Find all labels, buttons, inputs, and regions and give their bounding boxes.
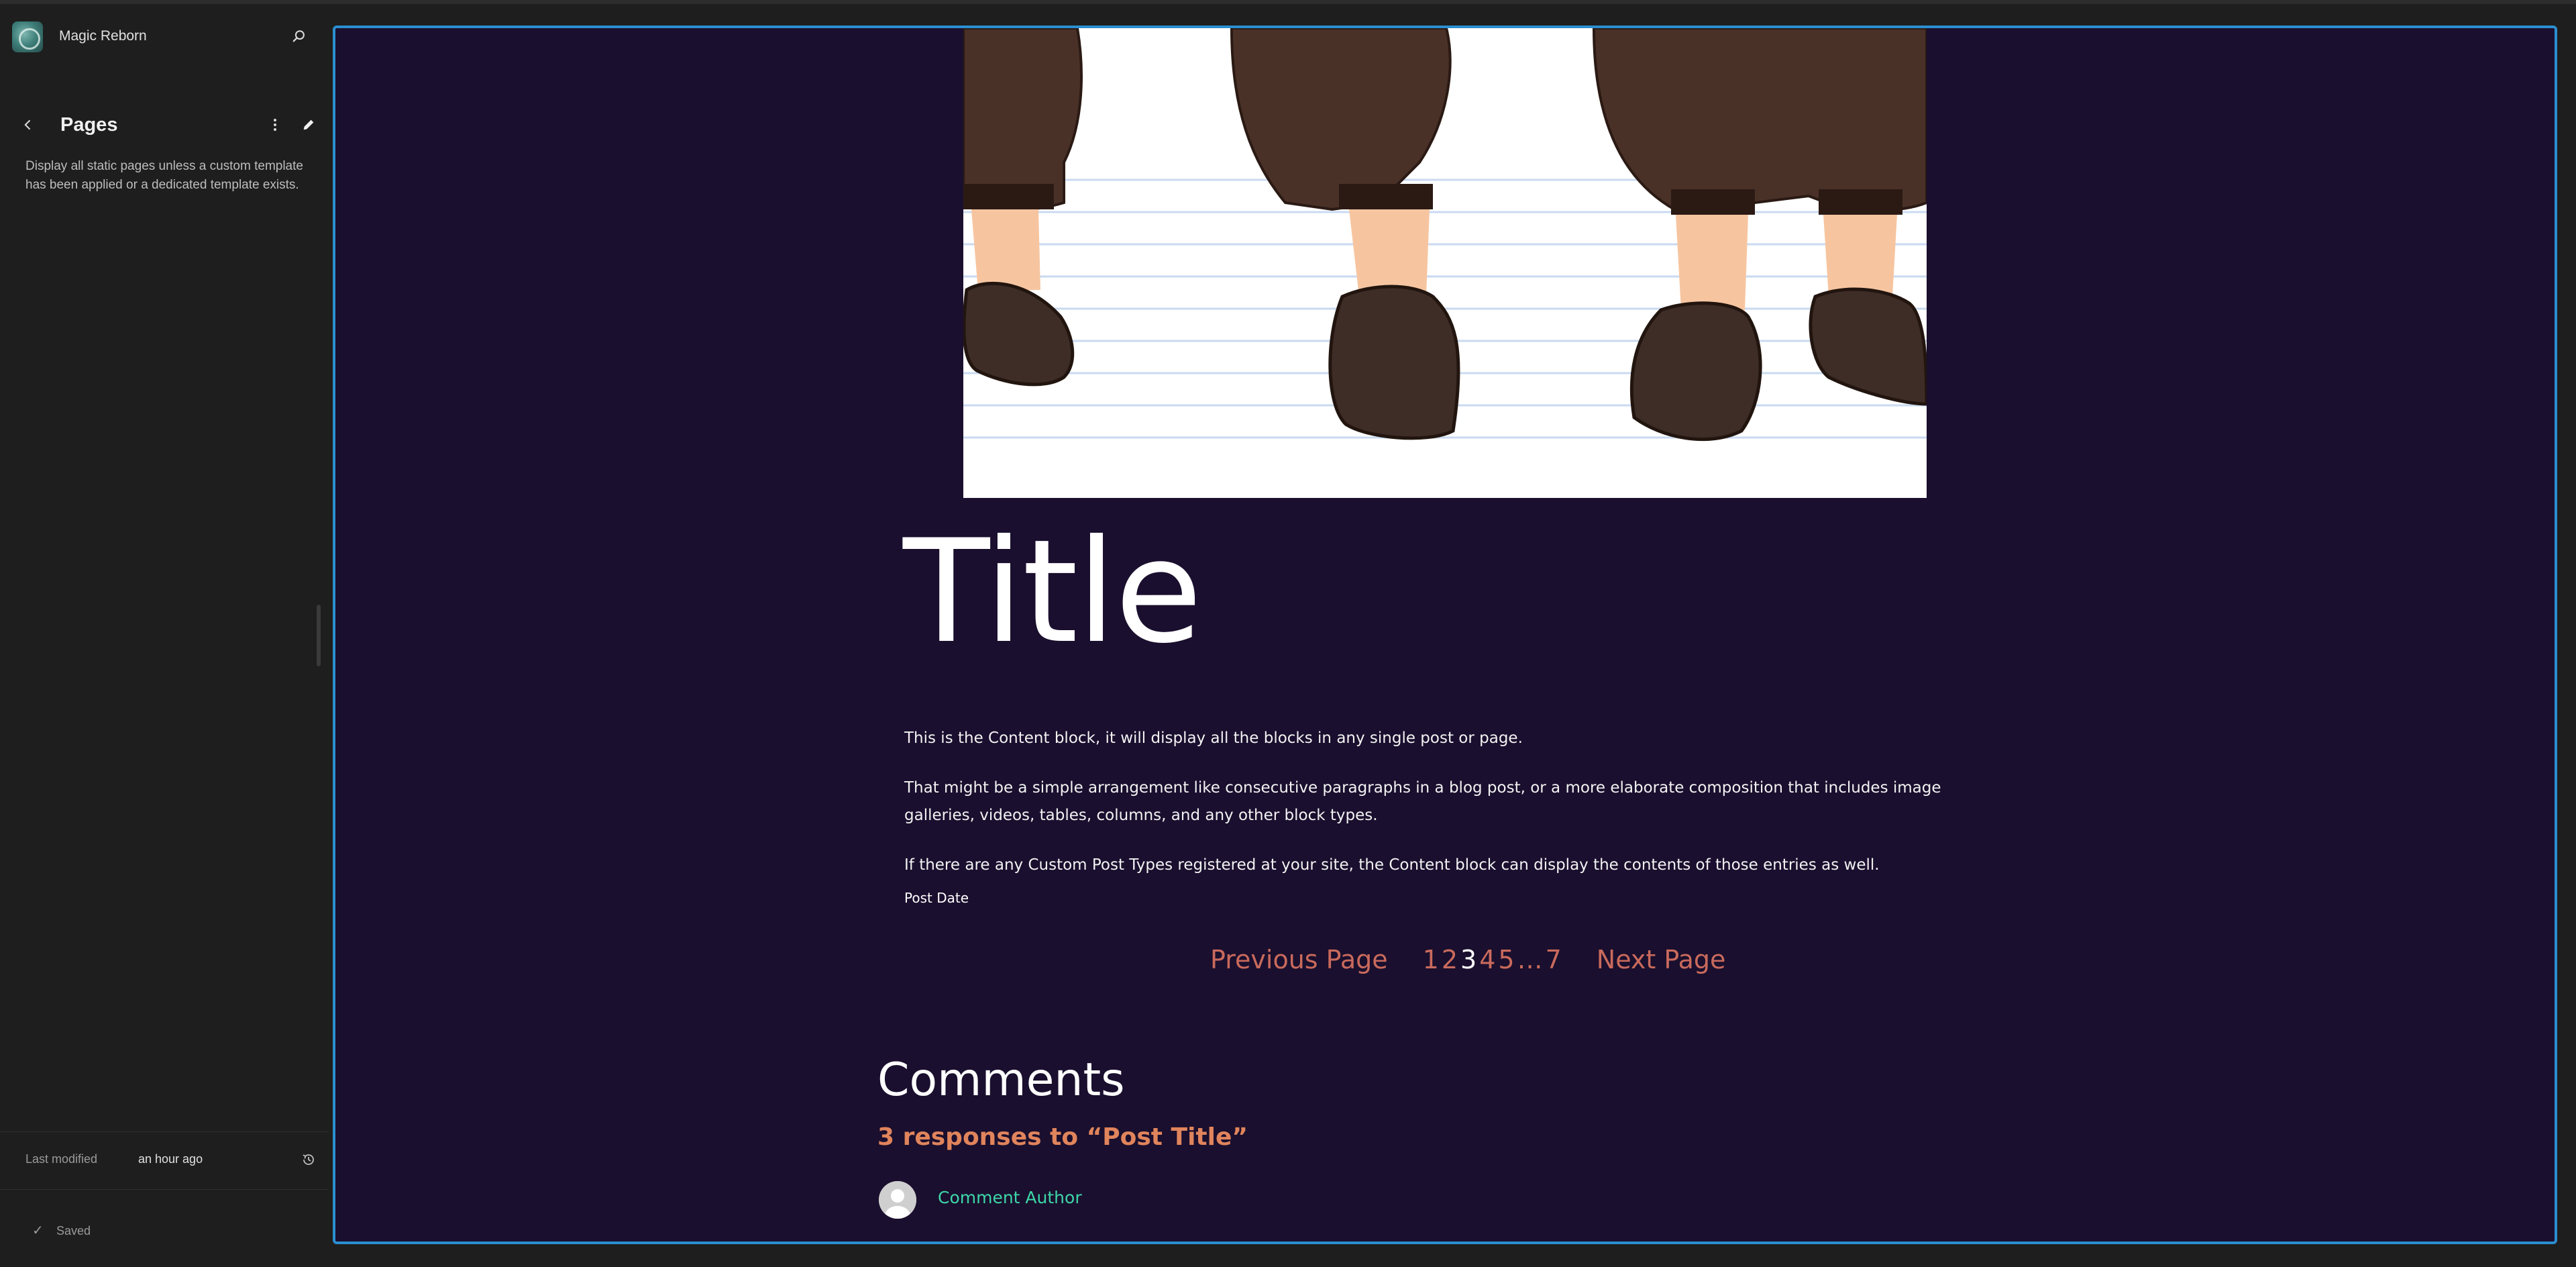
site-logo-icon[interactable]: [12, 21, 43, 52]
last-modified-label: Last modified: [25, 1152, 98, 1166]
back-button[interactable]: [15, 111, 42, 138]
edit-button[interactable]: [295, 111, 322, 138]
chevron-left-icon: [24, 119, 31, 130]
featured-image[interactable]: [963, 28, 1927, 498]
site-header: Magic Reborn: [0, 17, 329, 55]
check-icon: ✓: [32, 1223, 44, 1238]
page-number-link[interactable]: 4: [1479, 945, 1495, 974]
last-modified-row: Last modified an hour ago: [0, 1145, 329, 1174]
revisions-button[interactable]: [295, 1146, 322, 1173]
content-block[interactable]: This is the Content block, it will displ…: [904, 725, 1978, 879]
comment-author-link[interactable]: Comment Author: [938, 1188, 1082, 1207]
page-number-link[interactable]: 7: [1546, 945, 1562, 974]
pencil-icon: [303, 119, 314, 130]
user-avatar-icon: [879, 1181, 916, 1219]
page-number-link[interactable]: 1: [1423, 945, 1439, 974]
section-title: Pages: [60, 114, 118, 136]
content-paragraph[interactable]: That might be a simple arrangement like …: [904, 774, 1978, 829]
last-modified-value: an hour ago: [138, 1152, 203, 1166]
editor-canvas[interactable]: Title This is the Content block, it will…: [333, 26, 2557, 1244]
more-actions-button[interactable]: [262, 111, 288, 138]
divider: [0, 1131, 329, 1132]
site-name[interactable]: Magic Reborn: [59, 28, 147, 44]
previous-page-link[interactable]: Previous Page: [1210, 945, 1388, 974]
top-bar-strip: [0, 0, 2576, 4]
comments-count-title[interactable]: 3 responses to “Post Title”: [877, 1123, 1248, 1151]
pagination-ellipsis: …: [1517, 945, 1543, 974]
search-icon: [292, 30, 305, 42]
canvas-scrollbar[interactable]: [2555, 565, 2557, 860]
comments-heading[interactable]: Comments: [877, 1054, 1125, 1107]
post-title[interactable]: Title: [903, 511, 1202, 672]
content-paragraph[interactable]: If there are any Custom Post Types regis…: [904, 852, 1978, 879]
pages-header: Pages: [0, 109, 329, 141]
template-description: Display all static pages unless a custom…: [25, 159, 303, 192]
history-icon: [303, 1154, 314, 1165]
pagination: Previous Page 1 2 3 4 5 … 7 Next Page: [1210, 940, 1725, 980]
editor-sidebar: Magic Reborn Pages Display all static pa…: [0, 4, 329, 1267]
content-paragraph[interactable]: This is the Content block, it will displ…: [904, 725, 1978, 752]
avatar: [879, 1181, 916, 1219]
next-page-link[interactable]: Next Page: [1597, 945, 1726, 974]
page-number-link[interactable]: 2: [1442, 945, 1458, 974]
saved-label: Saved: [56, 1224, 91, 1237]
current-page-number: 3: [1460, 945, 1477, 974]
search-button[interactable]: [286, 23, 313, 50]
post-date[interactable]: Post Date: [904, 890, 969, 906]
save-status: ✓ Saved: [0, 1217, 329, 1244]
illustration-image: [963, 28, 1927, 498]
divider: [0, 1189, 329, 1190]
sidebar-scrollbar[interactable]: [317, 605, 321, 666]
more-vertical-icon: [274, 119, 276, 131]
page-number-link[interactable]: 5: [1498, 945, 1514, 974]
